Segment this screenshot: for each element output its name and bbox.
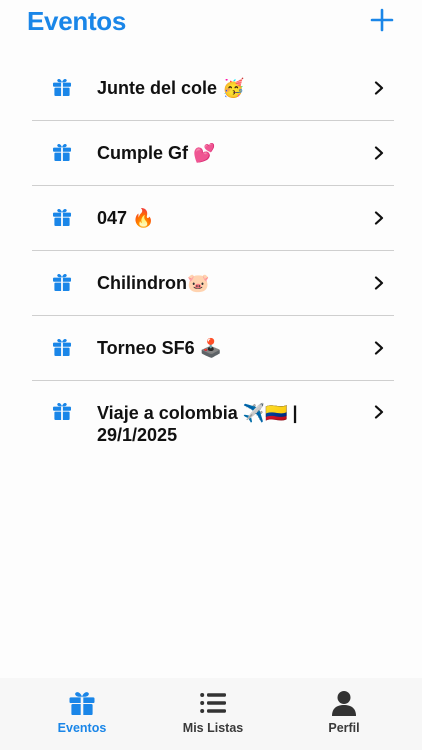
bottom-tab-bar: Eventos Mis Listas Perfil bbox=[0, 678, 422, 750]
chevron-right-icon bbox=[374, 341, 384, 355]
add-event-button[interactable] bbox=[370, 8, 394, 32]
list-icon bbox=[200, 693, 226, 713]
event-label: Chilindron🐷 bbox=[97, 273, 210, 293]
header: Eventos bbox=[0, 0, 422, 48]
list-item[interactable]: Torneo SF6 🕹️ bbox=[32, 316, 394, 381]
plus-icon bbox=[370, 8, 394, 32]
tab-label: Mis Listas bbox=[182, 721, 244, 735]
tab-label: Eventos bbox=[57, 721, 107, 735]
event-label: Torneo SF6 🕹️ bbox=[97, 338, 223, 358]
tab-mis-listas[interactable]: Mis Listas bbox=[158, 678, 268, 750]
tab-label: Perfil bbox=[328, 721, 360, 735]
event-label: Viaje a colombia ✈️🇨🇴 | 29/1/2025 bbox=[97, 403, 298, 445]
list-item[interactable]: 047 🔥 bbox=[32, 186, 394, 251]
person-icon bbox=[332, 691, 356, 716]
chevron-right-icon bbox=[374, 276, 384, 290]
gift-icon bbox=[53, 208, 71, 226]
list-item[interactable]: Junte del cole 🥳 bbox=[32, 56, 394, 121]
list-item[interactable]: Chilindron🐷 bbox=[32, 251, 394, 316]
gift-icon bbox=[53, 78, 71, 96]
list-item[interactable]: Viaje a colombia ✈️🇨🇴 | 29/1/2025 bbox=[32, 381, 394, 453]
event-label: Junte del cole 🥳 bbox=[97, 78, 245, 98]
gift-icon bbox=[53, 143, 71, 161]
gift-icon bbox=[53, 273, 71, 291]
tab-perfil[interactable]: Perfil bbox=[289, 678, 399, 750]
chevron-right-icon bbox=[374, 405, 384, 419]
event-label: 047 🔥 bbox=[97, 208, 155, 228]
gift-icon bbox=[53, 338, 71, 356]
event-list: Junte del cole 🥳 Cumple Gf 💕 047 🔥 Chili… bbox=[32, 56, 394, 453]
chevron-right-icon bbox=[374, 211, 384, 225]
list-item[interactable]: Cumple Gf 💕 bbox=[32, 121, 394, 186]
gift-icon bbox=[53, 402, 71, 420]
event-label: Cumple Gf 💕 bbox=[97, 143, 216, 163]
gift-icon bbox=[69, 692, 95, 715]
chevron-right-icon bbox=[374, 146, 384, 160]
chevron-right-icon bbox=[374, 81, 384, 95]
page-title: Eventos bbox=[27, 6, 127, 36]
tab-eventos[interactable]: Eventos bbox=[27, 678, 137, 750]
app-screen: Eventos Junte del cole 🥳 Cumple Gf 💕 047… bbox=[0, 0, 422, 750]
